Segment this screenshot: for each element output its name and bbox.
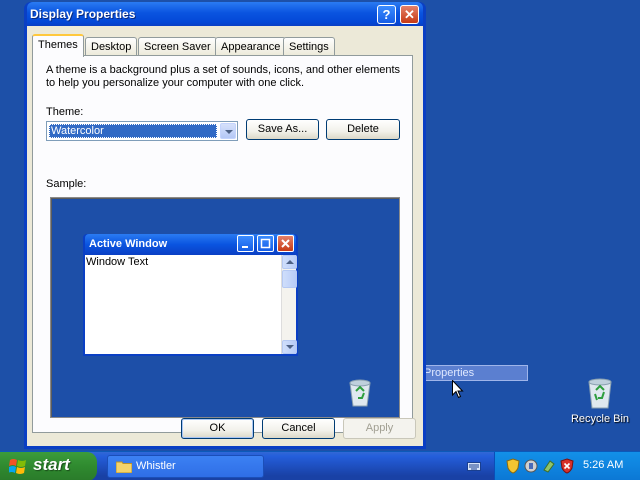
help-icon: ? <box>382 7 391 22</box>
sample-active-window: Active Window Window Text <box>83 234 298 356</box>
dialog-titlebar[interactable]: Display Properties ? ✕ <box>27 2 423 26</box>
sample-window-titlebar: Active Window <box>85 234 296 255</box>
themes-panel: A theme is a background plus a set of so… <box>32 55 413 433</box>
help-button[interactable]: ? <box>377 5 396 24</box>
close-icon: ✕ <box>404 7 415 22</box>
close-button[interactable]: ✕ <box>400 5 419 24</box>
system-tray: 5:26 AM <box>494 452 640 480</box>
tab-themes[interactable]: Themes <box>32 34 84 57</box>
dialog-client: Themes Desktop Screen Saver Appearance S… <box>27 26 423 446</box>
apply-button[interactable]: Apply <box>343 418 416 439</box>
start-button[interactable]: start <box>0 452 97 480</box>
sample-scrollbar <box>281 255 297 354</box>
save-as-button[interactable]: Save As... <box>246 119 319 140</box>
scroll-up-icon <box>282 255 297 269</box>
display-properties-dialog: Display Properties ? ✕ Themes Desktop Sc… <box>24 2 426 449</box>
tab-settings[interactable]: Settings <box>283 37 335 56</box>
desktop-recycle-bin[interactable]: Recycle Bin <box>568 376 632 425</box>
taskbar-item-label: Whistler <box>136 460 176 472</box>
recycle-bin-label: Recycle Bin <box>570 413 630 425</box>
folder-icon <box>115 460 133 474</box>
themes-description: A theme is a background plus a set of so… <box>46 64 401 89</box>
dialog-title: Display Properties <box>30 7 136 21</box>
start-label: start <box>33 455 70 474</box>
keyboard-icon[interactable] <box>467 460 481 472</box>
sample-window-body: Window Text <box>85 255 297 354</box>
tab-screen-saver[interactable]: Screen Saver <box>138 37 217 56</box>
theme-label: Theme: <box>46 106 84 118</box>
theme-select[interactable]: Watercolor <box>46 121 238 141</box>
tab-appearance[interactable]: Appearance <box>215 37 287 56</box>
mouse-cursor-icon <box>452 379 464 400</box>
delete-button[interactable]: Delete <box>326 119 400 140</box>
ok-button[interactable]: OK <box>181 418 254 439</box>
minimize-icon <box>237 235 254 252</box>
scroll-down-icon <box>282 340 297 354</box>
sample-window-text: Window Text <box>86 256 149 268</box>
chevron-down-icon[interactable] <box>220 123 236 139</box>
recycle-bin-icon <box>346 378 374 408</box>
sample-label: Sample: <box>46 178 87 190</box>
security-alert-icon[interactable] <box>559 458 575 474</box>
taskbar-clock[interactable]: 5:26 AM <box>583 459 623 471</box>
sample-window-title: Active Window <box>89 238 168 250</box>
theme-sample-preview: Active Window Window Text <box>50 197 400 418</box>
tab-desktop[interactable]: Desktop <box>85 37 138 56</box>
cancel-button[interactable]: Cancel <box>262 418 335 439</box>
windows-flag-icon <box>8 458 27 475</box>
recycle-bin-icon <box>585 376 615 410</box>
network-icon[interactable] <box>523 458 539 474</box>
taskbar-item-whistler[interactable]: Whistler <box>107 455 264 478</box>
sync-icon[interactable] <box>541 458 557 474</box>
close-icon <box>277 235 294 252</box>
scroll-thumb <box>282 270 297 288</box>
security-shield-icon[interactable] <box>505 458 521 474</box>
maximize-icon <box>257 235 274 252</box>
theme-select-value: Watercolor <box>49 124 217 138</box>
taskbar: start Whistler 5:26 AM <box>0 451 640 480</box>
